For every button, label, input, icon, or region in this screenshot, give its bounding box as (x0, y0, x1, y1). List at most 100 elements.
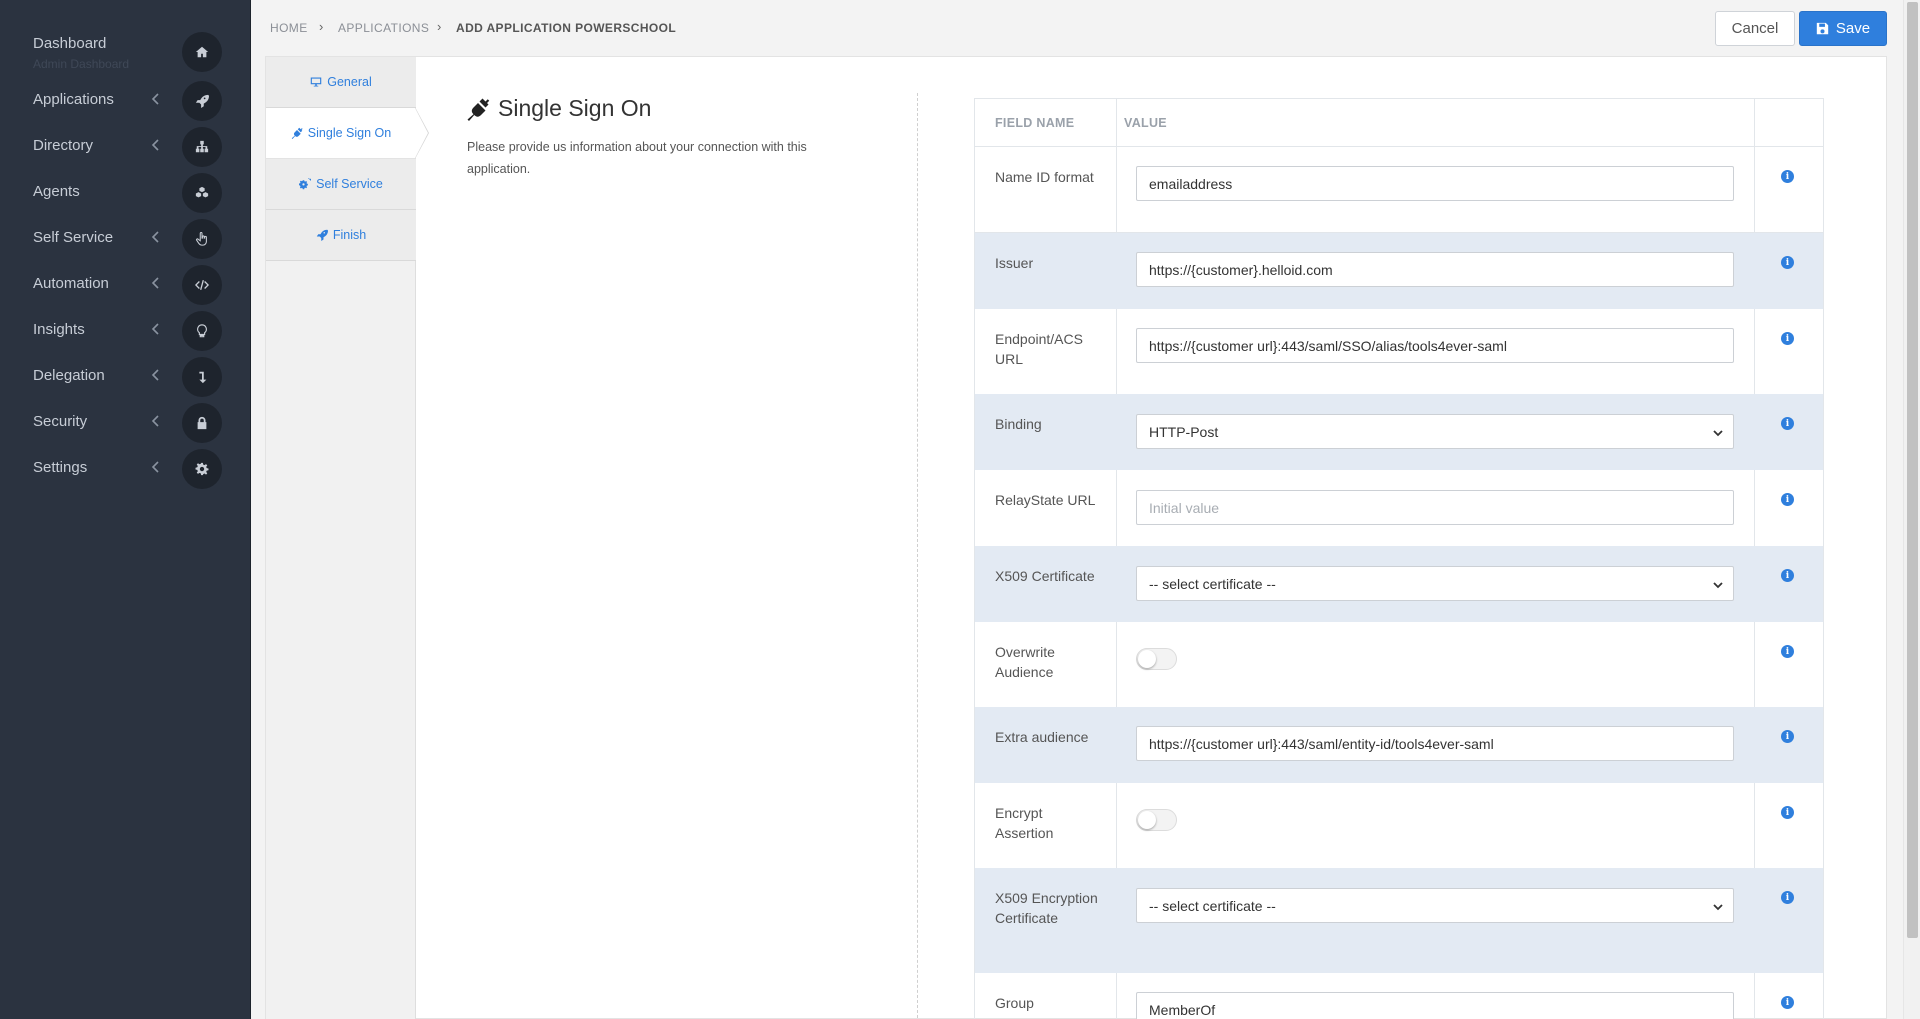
sidebar-item-applications[interactable]: Applications (0, 78, 251, 124)
gear-icon (182, 449, 222, 489)
chevron-left-icon (151, 92, 161, 108)
field-name: Extra audience (995, 729, 1089, 745)
info-icon[interactable]: i (1781, 170, 1794, 183)
chevron-left-icon (151, 138, 161, 154)
info-icon[interactable]: i (1781, 493, 1794, 506)
sidebar-item-insights[interactable]: Insights (0, 308, 251, 354)
field-name: X509 Encryption Certificate (995, 890, 1098, 926)
plug-icon (467, 98, 490, 121)
field-name: Endpoint/ACS URL (995, 331, 1083, 367)
sidebar-item-automation[interactable]: Automation (0, 262, 251, 308)
sidebar: Dashboard Admin Dashboard Applications D… (0, 0, 251, 1019)
breadcrumb-current: ADD APPLICATION POWERSCHOOL (456, 21, 677, 35)
sidebar-item-directory[interactable]: Directory (0, 124, 251, 170)
sidebar-item-dashboard[interactable]: Dashboard Admin Dashboard (0, 29, 251, 75)
name-id-format-input[interactable]: emailaddress (1136, 166, 1734, 201)
sitemap-icon (182, 127, 222, 167)
lightbulb-icon (182, 311, 222, 351)
info-icon[interactable]: i (1781, 996, 1794, 1009)
x509-encryption-certificate-select[interactable]: -- select certificate -- (1136, 888, 1734, 923)
sidebar-item-label: Delegation (33, 367, 105, 384)
step-single-sign-on[interactable]: Single Sign On (266, 108, 416, 159)
endpoint-acs-url-input[interactable]: https://{customer url}:443/saml/SSO/alia… (1136, 328, 1734, 363)
rocket-icon (182, 81, 222, 121)
table-row: Group MemberOf i (975, 973, 1823, 1019)
table-row: RelayState URL Initial value i (975, 470, 1823, 546)
info-icon[interactable]: i (1781, 645, 1794, 658)
binding-selected-value: HTTP-Post (1149, 423, 1219, 440)
overwrite-audience-toggle[interactable] (1136, 648, 1177, 670)
info-icon[interactable]: i (1781, 891, 1794, 904)
field-name: Name ID format (995, 169, 1094, 185)
step-label: Self Service (316, 177, 383, 191)
section-divider (917, 93, 918, 1019)
chevron-right-icon: › (437, 19, 442, 34)
step-label: Finish (332, 228, 367, 242)
encrypt-assertion-toggle[interactable] (1136, 809, 1177, 831)
sidebar-item-agents[interactable]: Agents (0, 170, 251, 216)
sidebar-item-settings[interactable]: Settings (0, 446, 251, 492)
info-icon[interactable]: i (1781, 332, 1794, 345)
scrollbar-thumb[interactable] (1907, 2, 1918, 938)
sidebar-item-label: Agents (33, 183, 80, 200)
sidebar-item-self-service[interactable]: Self Service (0, 216, 251, 262)
step-label: General (327, 75, 372, 89)
wizard-card: General Single Sign On Self Service Fini… (265, 56, 1887, 1019)
group-input[interactable]: MemberOf (1136, 992, 1734, 1019)
field-name: Encrypt Assertion (995, 805, 1054, 841)
wizard-steps: General Single Sign On Self Service Fini… (266, 57, 416, 1019)
field-name: Group (995, 995, 1034, 1011)
step-self-service[interactable]: Self Service (266, 159, 416, 210)
field-name: Issuer (995, 255, 1034, 271)
sidebar-item-label: Dashboard (33, 35, 107, 52)
save-button[interactable]: Save (1799, 11, 1887, 46)
table-row: X509 Encryption Certificate -- select ce… (975, 868, 1823, 973)
info-icon[interactable]: i (1781, 806, 1794, 819)
toggle-knob (1138, 811, 1156, 829)
chevron-left-icon (151, 322, 161, 338)
sidebar-item-label: Security (33, 413, 88, 430)
issuer-input[interactable]: https://{customer}.helloid.com (1136, 252, 1734, 287)
table-row: Endpoint/ACS URL https://{customer url}:… (975, 309, 1823, 394)
home-icon (182, 32, 222, 72)
page-scrollbar[interactable] (1903, 0, 1920, 1019)
x509-certificate-selected-value: -- select certificate -- (1149, 575, 1276, 592)
table-row: Name ID format emailaddress i (975, 147, 1823, 232)
chevron-down-icon (1713, 425, 1723, 437)
chevron-down-icon (1713, 577, 1723, 589)
cubes-icon (182, 173, 222, 213)
section-description: Please provide us information about your… (467, 140, 807, 176)
sidebar-item-delegation[interactable]: Delegation (0, 354, 251, 400)
top-bar: HOME › APPLICATIONS › ADD APPLICATION PO… (252, 0, 1920, 56)
field-name: Overwrite Audience (995, 644, 1055, 680)
sidebar-item-label: Settings (33, 459, 88, 476)
table-row: Binding HTTP-Post i (975, 394, 1823, 470)
hand-pointer-icon (182, 219, 222, 259)
sidebar-item-sublabel: Admin Dashboard (33, 57, 130, 71)
level-down-icon (182, 357, 222, 397)
cancel-button[interactable]: Cancel (1715, 11, 1795, 46)
step-general[interactable]: General (266, 57, 416, 108)
x509-certificate-select[interactable]: -- select certificate -- (1136, 566, 1734, 601)
info-icon[interactable]: i (1781, 730, 1794, 743)
chevron-left-icon (151, 460, 161, 476)
toggle-knob (1138, 650, 1156, 668)
chevron-left-icon (151, 276, 161, 292)
info-icon[interactable]: i (1781, 417, 1794, 430)
floppy-disk-icon (1816, 22, 1829, 35)
code-icon (182, 265, 222, 305)
step-finish[interactable]: Finish (266, 210, 416, 261)
chevron-left-icon (151, 368, 161, 384)
sidebar-item-label: Directory (33, 137, 94, 154)
binding-select[interactable]: HTTP-Post (1136, 414, 1734, 449)
info-icon[interactable]: i (1781, 256, 1794, 269)
sidebar-item-security[interactable]: Security (0, 400, 251, 446)
extra-audience-input[interactable]: https://{customer url}:443/saml/entity-i… (1136, 726, 1734, 761)
chevron-left-icon (151, 230, 161, 246)
chevron-right-icon: › (319, 19, 324, 34)
breadcrumb-home[interactable]: HOME (270, 21, 308, 35)
info-icon[interactable]: i (1781, 569, 1794, 582)
breadcrumb-applications[interactable]: APPLICATIONS (338, 21, 429, 35)
relaystate-url-input[interactable]: Initial value (1136, 490, 1734, 525)
column-header-value: VALUE (1124, 116, 1167, 130)
